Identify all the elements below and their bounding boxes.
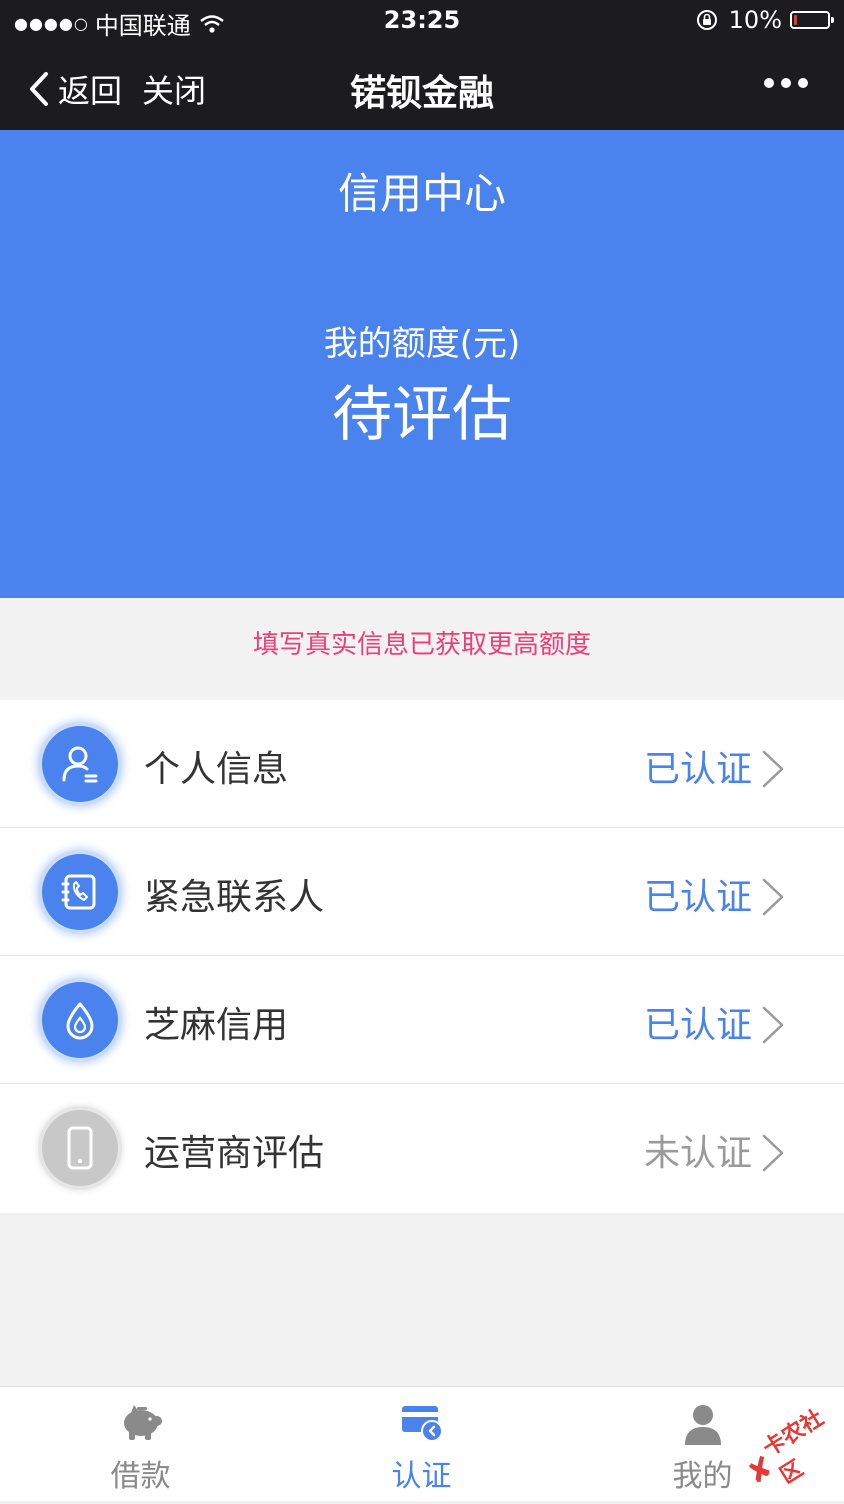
quota-value: 待评估 [332, 380, 512, 450]
cert-item-personal-info[interactable]: 个人信息 已认证 [0, 700, 844, 828]
tab-bar: 借款 认证 我的 [0, 1386, 844, 1501]
cert-status: 已认证 [643, 749, 752, 790]
more-dot-icon [764, 78, 774, 88]
quota-label: 我的额度(元) [323, 324, 521, 364]
cert-status: 已认证 [643, 877, 752, 918]
tab-loan[interactable]: 借款 [0, 1387, 281, 1501]
battery-level [794, 15, 797, 25]
more-dot-icon [798, 78, 808, 88]
cert-item-emergency-contact[interactable]: 紧急联系人 已认证 [0, 828, 844, 956]
tab-verify[interactable]: 认证 [281, 1387, 562, 1501]
person-icon [42, 726, 118, 802]
status-right: 10% [695, 6, 834, 34]
piggy-bank-icon [0, 1401, 281, 1443]
tip-band: 填写真实信息已获取更高额度 [0, 598, 844, 700]
cert-list: 个人信息 已认证 紧急联系人 已认证 芝麻信用 已认证 运营商评估 未认证 [0, 700, 844, 1213]
cert-name: 芝麻信用 [144, 1005, 289, 1046]
card-verify-icon [281, 1401, 562, 1443]
phone-contact-icon [42, 854, 118, 930]
sesame-drop-icon [42, 982, 118, 1058]
cert-item-sesame-credit[interactable]: 芝麻信用 已认证 [0, 956, 844, 1084]
more-button[interactable] [764, 78, 808, 88]
hero-title: 信用中心 [337, 169, 506, 218]
mobile-phone-icon [42, 1110, 118, 1186]
chevron-right-icon [762, 750, 784, 788]
tip-text: 填写真实信息已获取更高额度 [252, 630, 591, 660]
cert-item-carrier-evaluation[interactable]: 运营商评估 未认证 [0, 1084, 844, 1213]
nav-bar: 返回 关闭 锘钡金融 [0, 42, 844, 130]
battery-icon [790, 11, 834, 29]
cert-name: 运营商评估 [144, 1133, 325, 1174]
tab-label: 认证 [391, 1459, 452, 1494]
credit-hero: 信用中心 我的额度(元) 待评估 [0, 130, 844, 598]
chevron-right-icon [762, 878, 784, 916]
cert-status: 未认证 [643, 1133, 752, 1174]
cert-status: 已认证 [643, 1005, 752, 1046]
page-title: 锘钡金融 [349, 73, 494, 114]
cert-name: 紧急联系人 [144, 877, 325, 918]
tab-label: 借款 [110, 1459, 171, 1494]
chevron-right-icon [762, 1134, 784, 1172]
more-dot-icon [781, 78, 791, 88]
battery-percent: 10% [728, 6, 782, 34]
cert-name: 个人信息 [144, 749, 289, 790]
chevron-right-icon [762, 1006, 784, 1044]
rotation-lock-icon [696, 10, 717, 30]
status-bar: ●●●●○ 中国联通 23:25 10% [0, 0, 844, 42]
